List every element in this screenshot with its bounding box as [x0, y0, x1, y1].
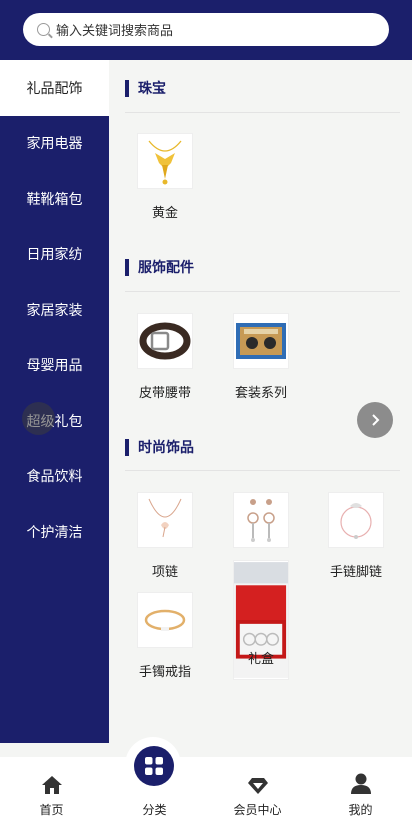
gift-set-icon [233, 313, 289, 369]
earrings-icon [233, 492, 289, 548]
tab-label: 会员中心 [233, 803, 282, 817]
sidebar-item-personal-care[interactable]: 个护清洁 [0, 504, 109, 560]
divider [125, 112, 400, 113]
sidebar-item-shoes-bags[interactable]: 鞋靴箱包 [0, 171, 109, 227]
category-content: 珠宝 黄金 服饰配件 皮带腰带 套装系列 时尚饰品 项链 手链脚链 手镯戒指 礼… [109, 60, 412, 743]
category-item-label: 项链 [151, 565, 178, 580]
divider [125, 291, 400, 292]
category-item-gift-sets[interactable]: 套装系列 [213, 313, 309, 401]
divider [125, 470, 400, 471]
category-item-bracelet[interactable]: 手链脚链 [308, 492, 404, 580]
gold-necklace-icon [137, 133, 193, 189]
category-item-bangles-rings[interactable]: 手镯戒指 [117, 592, 213, 680]
category-item-belts[interactable]: 皮带腰带 [117, 313, 213, 401]
belt-icon [137, 313, 193, 369]
sidebar-item-food[interactable]: 食品饮料 [0, 449, 109, 505]
search-placeholder: 输入关键词搜索商品 [56, 24, 174, 39]
tab-label: 分类 [142, 803, 167, 817]
category-item-label: 皮带腰带 [138, 386, 191, 401]
category-sidebar: 礼品配饰 家用电器 鞋靴箱包 日用家纺 家居家装 母婴用品 超级礼包 食品饮料 … [0, 60, 109, 743]
sidebar-item-gifts[interactable]: 礼品配饰 [0, 60, 109, 116]
category-item-necklace[interactable]: 项链 [117, 492, 213, 580]
section-marker [125, 438, 129, 456]
sidebar-item-baby[interactable]: 母婴用品 [0, 338, 109, 394]
bangle-icon [137, 592, 193, 648]
category-item-label: 礼盒 [247, 652, 274, 667]
tab-mine[interactable]: 我的 [309, 757, 412, 818]
top-bar: 输入关键词搜索商品 [0, 0, 412, 60]
diamond-icon [206, 765, 309, 795]
category-item-earrings[interactable] [213, 492, 309, 548]
search-icon [37, 23, 50, 36]
tab-member-center[interactable]: 会员中心 [206, 757, 309, 818]
section-marker [125, 79, 129, 97]
tab-label: 首页 [39, 803, 64, 817]
sidebar-item-appliances[interactable]: 家用电器 [0, 116, 109, 172]
bottom-tab-bar: 首页 分类 会员中心 我的 [0, 757, 412, 819]
category-icon [145, 757, 163, 775]
category-item-gold[interactable]: 黄金 [117, 133, 213, 221]
search-input[interactable]: 输入关键词搜索商品 [23, 13, 389, 46]
tab-home[interactable]: 首页 [0, 757, 103, 818]
category-item-gift-box[interactable]: 礼盒 [213, 560, 309, 680]
sidebar-item-home-textiles[interactable]: 日用家纺 [0, 227, 109, 283]
section-title-text: 服饰配件 [138, 260, 194, 276]
section-marker [125, 258, 129, 276]
chevron-right-icon [372, 414, 380, 426]
section-title-accessories: 服饰配件 [125, 257, 194, 277]
bracelet-icon [328, 492, 384, 548]
section-title-text: 珠宝 [138, 81, 166, 97]
sidebar-item-furnishing[interactable]: 家居家装 [0, 282, 109, 338]
user-icon [309, 765, 412, 795]
tab-label: 我的 [348, 803, 373, 817]
category-item-label: 手镯戒指 [138, 665, 191, 680]
category-item-label: 套装系列 [234, 386, 287, 401]
next-arrow-button[interactable] [357, 402, 393, 438]
section-title-fashion: 时尚饰品 [125, 437, 194, 457]
necklace-icon [137, 492, 193, 548]
category-item-label: 手链脚链 [329, 565, 382, 580]
section-title-text: 时尚饰品 [138, 440, 194, 456]
category-item-label: 黄金 [151, 206, 178, 221]
section-title-jewelry: 珠宝 [125, 78, 166, 98]
category-tab-button[interactable] [134, 746, 174, 786]
home-icon [0, 765, 103, 795]
floating-back-button[interactable] [22, 402, 55, 435]
